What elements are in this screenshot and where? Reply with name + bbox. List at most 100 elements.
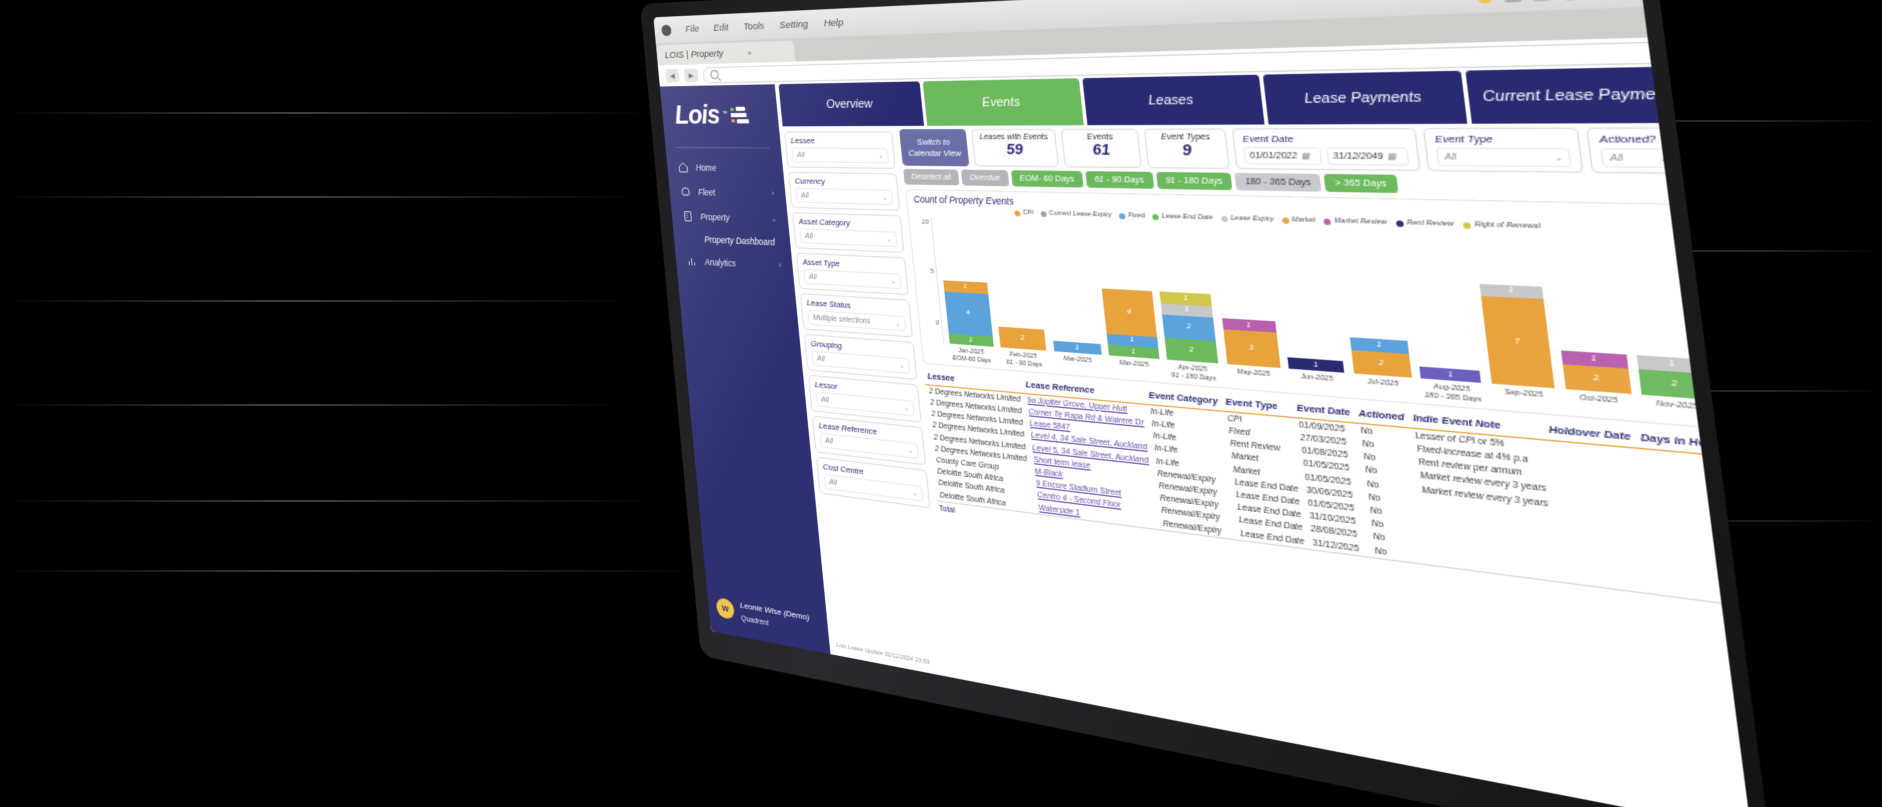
filter-asset-category[interactable]: Asset Category All ⌄ (792, 212, 905, 253)
tab-current-lease-payments[interactable]: Current Lease Payments (1465, 66, 1701, 124)
chart-bar-column[interactable]: 2211 (1157, 291, 1220, 364)
chart-bar-segment[interactable]: 4 (944, 291, 993, 337)
refresh-icon[interactable] (1502, 0, 1522, 2)
chart-bar-column[interactable]: 114 (1100, 288, 1161, 360)
date-to-value: 31/12/2049 (1332, 151, 1384, 162)
calendar-icon[interactable]: ▦ (1301, 151, 1311, 161)
menu-edit[interactable]: Edit (713, 22, 729, 34)
app-menu-dot-icon[interactable] (661, 24, 672, 36)
back-button[interactable]: ◀ (665, 68, 680, 83)
forward-button[interactable]: ▶ (683, 68, 699, 82)
menu-tools[interactable]: Tools (743, 20, 765, 32)
chart-bar-segment[interactable]: 2 (1164, 337, 1219, 364)
legend-label: Market Review (1333, 217, 1388, 228)
filter-select[interactable]: All ⌄ (803, 268, 902, 290)
kpi-value: 9 (1181, 140, 1193, 159)
filter-select[interactable]: All ⌄ (1436, 147, 1573, 168)
chart-bar-stack: 141 (943, 280, 994, 348)
chevron-down-icon: ⌄ (903, 404, 910, 412)
filter-select[interactable]: All ⌄ (799, 228, 898, 248)
chip-61-90-days[interactable]: 61 - 90 Days (1085, 171, 1154, 190)
chart-bar-column[interactable]: 71 (1477, 283, 1558, 389)
chip-eom-60-days[interactable]: EOM- 60 Days (1010, 170, 1084, 188)
star-icon[interactable] (1475, 0, 1494, 4)
chart-bar-segment[interactable]: 2 (998, 326, 1047, 352)
data-refresh-note: Lois Lease Update 02/12/2024 23:59 (836, 642, 930, 667)
chart-bar-column[interactable]: 141 (941, 280, 996, 348)
chart-bar-column[interactable]: 21 (1558, 350, 1634, 395)
actioned-filter[interactable]: Actioned? All ⌄ (1586, 127, 1690, 175)
tab-overview[interactable]: Overview (778, 81, 924, 127)
chart-bar-segment[interactable]: 2 (1351, 349, 1412, 379)
chip-over-365-days[interactable]: > 365 Days (1323, 173, 1399, 194)
legend-label: CPI (1022, 209, 1035, 218)
user-profile[interactable]: W Leonie Wise (Demo) Quadrent (706, 583, 830, 654)
filter-grouping[interactable]: Grouping All ⌄ (803, 333, 918, 381)
filter-value: All (828, 478, 838, 487)
chart-bar-segment[interactable]: 3 (1222, 329, 1281, 369)
legend-item: Lease End Date (1152, 213, 1213, 222)
sidebar-item-home[interactable]: Home (673, 156, 776, 180)
chip-deselect-all[interactable]: Deselect all (903, 168, 960, 186)
filter-select[interactable]: All ⌄ (791, 147, 890, 164)
filter-value: All (816, 354, 826, 363)
workspace: Lessee All ⌄ Currency All ⌄ Asset Category (778, 123, 1752, 807)
filter-lessee[interactable]: Lessee All ⌄ (784, 131, 896, 169)
filter-label: Actioned? (1598, 132, 1657, 146)
chevron-down-icon: ⌄ (770, 215, 777, 224)
sidebar-item-property-dashboard[interactable]: Property Dashboard (680, 229, 783, 252)
calendar-icon[interactable]: ▦ (1387, 151, 1397, 162)
chip-180-365-days[interactable]: 180 - 365 Days (1234, 172, 1322, 193)
filter-lease-status[interactable]: Lease Status Multiple selections ⌄ (799, 293, 914, 338)
chevron-down-icon: ⌄ (1554, 154, 1564, 163)
chart-bar-column[interactable]: 2 (997, 326, 1049, 352)
filter-value: All (824, 436, 834, 446)
browser-tab[interactable]: LOIS | Property × (656, 40, 796, 66)
filter-currency[interactable]: Currency All ⌄ (788, 171, 901, 211)
kpi-value: 59 (1005, 140, 1024, 158)
filter-select[interactable]: All ⌄ (795, 187, 894, 206)
tab-leases[interactable]: Leases (1082, 74, 1265, 126)
chip-overdue[interactable]: Overdue (961, 169, 1010, 187)
chart-x-label: Sep-2025 (1504, 388, 1544, 401)
date-from-input[interactable]: 01/01/2022 ▦ (1243, 146, 1323, 166)
chart-bar-column[interactable]: 21 (1347, 337, 1414, 379)
menu-help[interactable]: Help (823, 16, 844, 29)
sidebar-item-fleet[interactable]: Fleet › (676, 180, 779, 205)
tab-events[interactable]: Events (922, 78, 1085, 126)
date-from-value: 01/01/2022 (1249, 151, 1298, 161)
legend-item: Rent Review (1395, 219, 1455, 229)
chart-bar-column[interactable]: 31 (1219, 318, 1282, 369)
filter-lessor[interactable]: Lessor All ⌄ (807, 374, 922, 423)
filter-cost-centre[interactable]: Cost Centre All ⌄ (815, 456, 931, 509)
menu-file[interactable]: File (685, 23, 700, 35)
lois-logo[interactable]: Lois ™ (660, 84, 781, 143)
chart-bar-segment[interactable]: 4 (1102, 288, 1157, 337)
switch-to-calendar-view-button[interactable]: Switch to Calendar View (899, 129, 970, 167)
legend-label: Rent Review (1406, 219, 1455, 229)
chart-bar-segment[interactable]: 7 (1480, 295, 1555, 389)
legend-swatch (1152, 213, 1160, 221)
menu-setting[interactable]: Setting (779, 18, 809, 31)
chart-bar-segment[interactable]: 2 (1638, 368, 1711, 401)
chevron-down-icon: ⌄ (907, 447, 914, 455)
legend-swatch (1220, 215, 1228, 222)
filter-asset-type[interactable]: Asset Type All ⌄ (795, 252, 909, 296)
sidebar-item-property[interactable]: Property ⌄ (678, 205, 781, 231)
event-type-filter[interactable]: Event Type All ⌄ (1423, 127, 1585, 173)
close-icon[interactable]: × (747, 48, 752, 57)
chart-bar-segment[interactable]: 2 (1561, 363, 1632, 395)
chart-bar-column[interactable]: 21 (1634, 355, 1714, 401)
chart-x-label: Mar-2025 (1119, 360, 1150, 370)
chip-91-180-days[interactable]: 91 - 180 Days (1155, 171, 1233, 191)
sidebar-item-analytics[interactable]: Analytics › (682, 250, 786, 278)
chart-x-label: Nov-2025 (1656, 400, 1699, 413)
y-tick: 5 (929, 268, 935, 276)
tab-lease-payments[interactable]: Lease Payments (1262, 70, 1468, 125)
dashboard-main: Switch to Calendar View Leases with Even… (896, 123, 1752, 807)
date-to-input[interactable]: 31/12/2049 ▦ (1326, 147, 1411, 166)
filter-select[interactable]: All ⌄ (1600, 148, 1678, 169)
sidebar-nav: Home Fleet › Property ⌄ Property Dashboa… (666, 156, 793, 278)
filter-label: Asset Category (798, 216, 851, 228)
window-icon[interactable] (1530, 0, 1551, 1)
